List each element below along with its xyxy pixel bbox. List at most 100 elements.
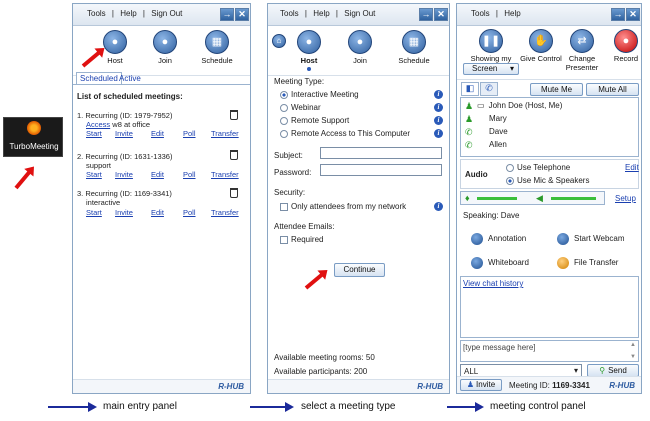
poll-link[interactable]: Poll [183, 208, 196, 217]
menu-sign-out[interactable]: Sign Out [151, 9, 182, 18]
radio[interactable] [280, 103, 288, 112]
minimize-arrow-icon[interactable]: → [419, 8, 433, 21]
minimize-arrow-icon[interactable]: → [220, 8, 234, 21]
meeting-id-value: 1169-3341 [552, 381, 590, 390]
close-icon[interactable]: ✕ [626, 8, 640, 21]
phone-tab-icon[interactable]: ✆ [480, 82, 498, 96]
start-webcam-button[interactable]: Start Webcam [557, 233, 625, 245]
transfer-link[interactable]: Transfer [211, 208, 239, 217]
give-control-icon[interactable]: ✋ [529, 29, 553, 53]
type-remote-access[interactable]: Remote Access to This Computer [280, 129, 410, 138]
info-icon[interactable]: i [434, 103, 443, 112]
type-remote-support[interactable]: Remote Support [280, 116, 349, 125]
continue-button[interactable]: Continue [334, 263, 385, 277]
close-icon[interactable]: ✕ [235, 8, 249, 21]
audio-edit-link[interactable]: Edit [625, 163, 639, 172]
meeting-description: interactive [86, 198, 121, 207]
type-webinar[interactable]: Webinar [280, 103, 321, 112]
menu-tools[interactable]: Tools [280, 9, 299, 18]
menu-help[interactable]: Help [504, 9, 520, 18]
menu-help[interactable]: Help [313, 9, 329, 18]
info-icon[interactable]: i [434, 129, 443, 138]
scroll-up-icon[interactable]: ▲ [630, 342, 636, 348]
attendee-row[interactable]: ✆ Dave [465, 127, 508, 136]
start-link[interactable]: Start [86, 170, 102, 179]
attendee-row[interactable]: ✆ Allen [465, 140, 507, 149]
menu-tools[interactable]: Tools [87, 9, 106, 18]
checkbox[interactable] [280, 202, 288, 211]
minimize-arrow-icon[interactable]: → [611, 8, 625, 21]
menu-help[interactable]: Help [120, 9, 136, 18]
invite-link[interactable]: Invite [115, 170, 133, 179]
home-icon[interactable]: ⌂ [272, 34, 286, 48]
required-label: Required [291, 235, 324, 244]
edit-link[interactable]: Edit [151, 129, 164, 138]
menu-sign-out[interactable]: Sign Out [344, 9, 375, 18]
schedule-icon[interactable]: ▦ [205, 30, 229, 54]
webcam-icon [557, 233, 569, 245]
access-link[interactable]: Access [86, 120, 110, 129]
password-input[interactable] [320, 164, 442, 176]
info-icon[interactable]: i [434, 116, 443, 125]
host-icon[interactable]: ● [297, 30, 321, 54]
transfer-link[interactable]: Transfer [211, 170, 239, 179]
join-icon[interactable]: ● [348, 30, 372, 54]
attendee-row[interactable]: ♟ Mary [465, 114, 507, 123]
info-icon[interactable]: i [434, 90, 443, 99]
menu-tools[interactable]: Tools [471, 9, 490, 18]
invite-link[interactable]: Invite [115, 208, 133, 217]
meeting-title: 3. Recurring (ID: 1169-3341) [77, 189, 172, 198]
close-icon[interactable]: ✕ [434, 8, 448, 21]
scroll-down-icon[interactable]: ▼ [630, 354, 636, 360]
info-icon[interactable]: i [434, 202, 443, 211]
checkbox[interactable] [280, 235, 288, 244]
radio[interactable] [280, 129, 288, 138]
security-option-label: Only attendees from my network [291, 202, 407, 211]
invite-button[interactable]: ♟ Invite [460, 379, 502, 391]
required-option[interactable]: Required [280, 235, 323, 244]
pause-sharing-icon[interactable]: ❚❚ [479, 29, 503, 53]
delete-icon[interactable] [230, 188, 238, 198]
record-icon[interactable]: ● [614, 29, 638, 53]
use-telephone-option[interactable]: Use Telephone [506, 163, 570, 172]
radio-selected[interactable] [280, 90, 288, 99]
delete-icon[interactable] [230, 110, 238, 120]
caption-arrowhead [285, 402, 294, 412]
speaker-icon: ◀ [536, 193, 543, 203]
tab-active[interactable]: Active [119, 74, 141, 83]
audio-label: Audio [465, 170, 488, 179]
edit-link[interactable]: Edit [151, 208, 164, 217]
invite-link[interactable]: Invite [115, 129, 133, 138]
mic-level-bar [477, 197, 517, 200]
start-link[interactable]: Start [86, 129, 102, 138]
schedule-icon[interactable]: ▦ [402, 30, 426, 54]
subject-input[interactable] [320, 147, 442, 159]
attendees-tab-icon[interactable]: ◧ [461, 82, 479, 96]
whiteboard-button[interactable]: Whiteboard [471, 257, 529, 269]
start-link[interactable]: Start [86, 208, 102, 217]
type-interactive[interactable]: Interactive Meeting [280, 90, 359, 99]
transfer-link[interactable]: Transfer [211, 129, 239, 138]
file-transfer-button[interactable]: File Transfer [557, 257, 618, 269]
mute-me-button[interactable]: Mute Me [530, 83, 583, 96]
screen-dropdown[interactable]: Screen ▾ [463, 63, 519, 75]
poll-link[interactable]: Poll [183, 129, 196, 138]
attendee-row[interactable]: ♟ ▭ John Doe (Host, Me) [465, 101, 562, 110]
edit-link[interactable]: Edit [151, 170, 164, 179]
annotation-button[interactable]: Annotation [471, 233, 526, 245]
turbomeeting-desktop-icon[interactable]: TurboMeeting [3, 117, 63, 157]
use-mic-option[interactable]: Use Mic & Speakers [506, 176, 589, 185]
delete-icon[interactable] [230, 150, 238, 160]
mute-all-button[interactable]: Mute All [586, 83, 639, 96]
change-presenter-icon[interactable]: ⇄ [570, 29, 594, 53]
join-icon[interactable]: ● [153, 30, 177, 54]
title-bar: Tools | Help → ✕ [457, 4, 641, 26]
poll-link[interactable]: Poll [183, 170, 196, 179]
radio-selected[interactable] [506, 176, 514, 185]
view-chat-history-link[interactable]: View chat history [463, 279, 523, 288]
setup-link[interactable]: Setup [615, 194, 636, 203]
radio[interactable] [506, 163, 514, 172]
security-option[interactable]: Only attendees from my network [280, 202, 406, 211]
chat-input[interactable]: [type message here] ▲ ▼ [460, 340, 639, 362]
radio[interactable] [280, 116, 288, 125]
